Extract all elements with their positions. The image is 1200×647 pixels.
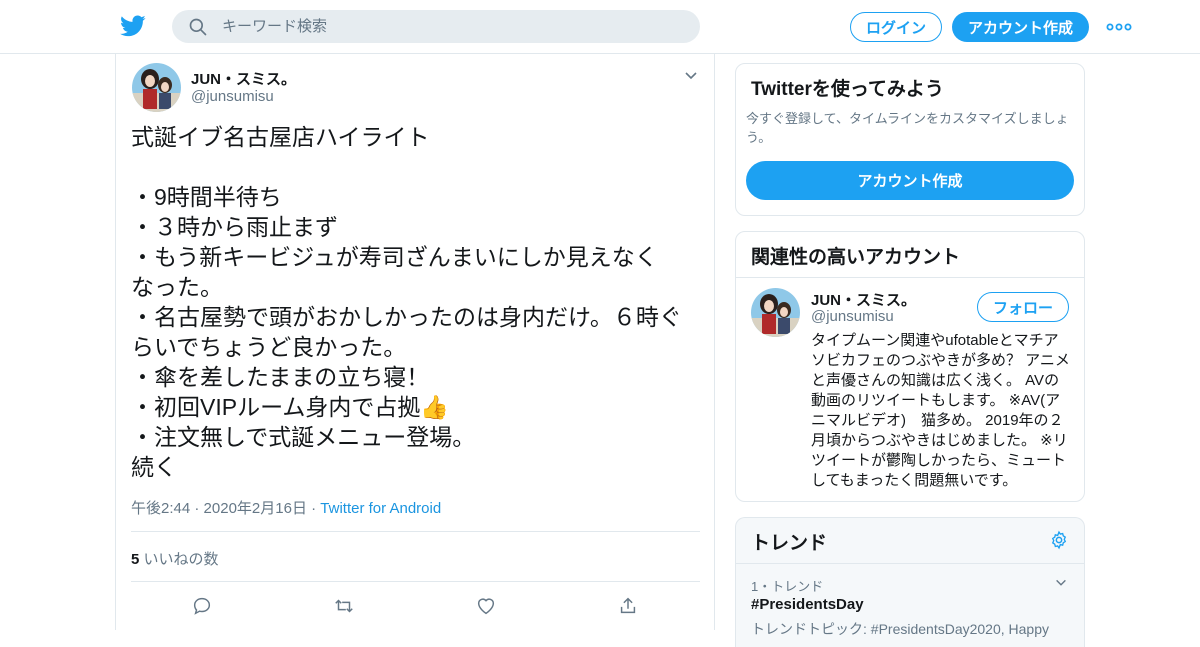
trend-hashtag[interactable]: #PresidentsDay <box>751 596 864 613</box>
tweet-text: 式誕イブ名古屋店ハイライト ・9時間半待ち ・３時から雨止まず ・もう新キービジ… <box>131 124 682 480</box>
share-icon[interactable] <box>617 595 639 617</box>
login-button[interactable]: ログイン <box>850 12 942 42</box>
likes-count: 5 <box>131 551 140 568</box>
related-accounts-card: 関連性の高いアカウント JUN・スミス。 @junsumisu フォロー タイプ… <box>735 231 1085 502</box>
search-input[interactable] <box>222 10 682 43</box>
gear-icon[interactable] <box>1049 530 1069 550</box>
trend-rank: 1・トレンド <box>751 579 824 594</box>
signup-card: Twitterを使ってみよう 今すぐ登録して、タイムラインをカスタマイズしましょ… <box>735 63 1085 216</box>
related-title: 関連性の高いアカウント <box>751 247 961 268</box>
likes-stat[interactable]: 5 いいねの数 <box>131 548 219 569</box>
signup-card-desc: 今すぐ登録して、タイムラインをカスタマイズしましょう。 <box>746 111 1069 145</box>
avatar[interactable] <box>132 63 181 112</box>
author-handle[interactable]: @junsumisu <box>191 88 274 105</box>
twitter-bird-icon[interactable] <box>119 13 147 39</box>
meta-separator: · <box>306 500 321 517</box>
signup-card-button[interactable]: アカウント作成 <box>746 161 1074 200</box>
divider <box>736 277 1084 278</box>
reply-icon[interactable] <box>191 595 213 617</box>
author-name[interactable]: JUN・スミス。 <box>191 68 296 89</box>
chevron-down-icon[interactable] <box>1054 576 1068 590</box>
tweet-date[interactable]: 2020年2月16日 <box>204 500 307 517</box>
tweet-detail: JUN・スミス。 @junsumisu 式誕イブ名古屋店ハイライト ・9時間半待… <box>115 54 715 630</box>
divider <box>131 531 700 532</box>
top-bar: ログイン アカウント作成 <box>0 0 1200 54</box>
trends-title: トレンド <box>751 533 828 554</box>
chevron-down-icon[interactable] <box>683 68 699 84</box>
related-account-name[interactable]: JUN・スミス。 <box>811 289 916 310</box>
likes-label: いいねの数 <box>143 551 219 568</box>
tweet-source-link[interactable]: Twitter for Android <box>320 500 441 517</box>
follow-button[interactable]: フォロー <box>977 292 1069 322</box>
divider <box>736 563 1084 564</box>
related-account-bio: タイプムーン関連やufotableとマチアソビカフェのつぶやきが多め？ アニメと… <box>811 332 1070 489</box>
retweet-icon[interactable] <box>333 595 355 617</box>
related-account-handle[interactable]: @junsumisu <box>811 308 894 325</box>
more-dots-icon[interactable] <box>1106 18 1132 36</box>
tweet-time[interactable]: 午後2:44 <box>131 500 190 517</box>
tweet-timestamp: 午後2:44 · 2020年2月16日 · Twitter for Androi… <box>131 497 441 518</box>
like-icon[interactable] <box>475 595 497 617</box>
divider <box>131 581 700 582</box>
search-box[interactable] <box>172 10 700 43</box>
meta-separator: · <box>190 500 204 517</box>
trends-card: トレンド 1・トレンド #PresidentsDay トレンドトピック: #Pr… <box>735 517 1085 647</box>
trend-topic: トレンドトピック: #PresidentsDay2020, Happy <box>751 621 1049 637</box>
signup-button[interactable]: アカウント作成 <box>952 12 1089 42</box>
avatar[interactable] <box>751 288 800 337</box>
search-icon <box>189 18 207 36</box>
signup-card-title: Twitterを使ってみよう <box>751 79 944 100</box>
